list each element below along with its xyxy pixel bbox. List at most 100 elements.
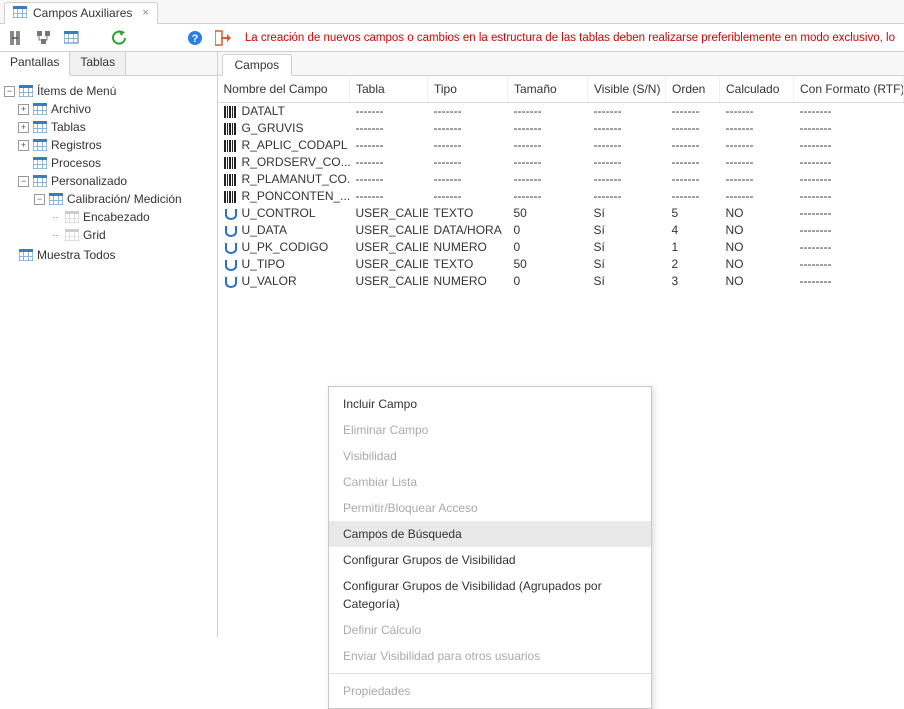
col-tipo[interactable]: Tipo — [428, 76, 508, 103]
cell-formato: -------- — [794, 222, 904, 239]
spacer: ·· — [50, 230, 61, 241]
collapse-icon[interactable]: − — [34, 194, 45, 205]
tree-item-calibracion-medicion[interactable]: − Calibración/ Medición — [4, 190, 213, 208]
table-row[interactable]: DATALT----------------------------------… — [218, 103, 904, 120]
expand-icon[interactable]: + — [18, 104, 29, 115]
menu-item: Visibilidad — [329, 443, 651, 469]
tree-item-encabezado[interactable]: ·· Encabezado — [4, 208, 213, 226]
cell-formato: -------- — [794, 273, 904, 290]
cell-calculado: NO — [720, 273, 794, 290]
tab-campos[interactable]: Campos — [222, 54, 293, 76]
context-menu[interactable]: Incluir CampoEliminar CampoVisibilidad Ca… — [328, 386, 652, 709]
right-pane-tabs: Campos — [218, 52, 904, 76]
cell-nombre: G_GRUVIS — [242, 121, 304, 135]
menu-item: Eliminar Campo — [329, 417, 651, 443]
tree-item-tablas[interactable]: + Tablas — [4, 118, 213, 136]
tree-item-procesos[interactable]: Procesos — [4, 154, 213, 172]
menu-item[interactable]: Configurar Grupos de Visibilidad (Agrupa… — [329, 573, 651, 617]
cell-tamano: ------- — [508, 154, 588, 171]
spacer — [18, 158, 29, 169]
system-field-icon — [224, 123, 238, 135]
expand-icon[interactable]: + — [18, 140, 29, 151]
toolbar-tree-button[interactable] — [34, 28, 54, 48]
grid-gray-icon — [65, 229, 79, 241]
cell-orden: 5 — [666, 205, 720, 222]
col-calculado[interactable]: Calculado — [720, 76, 794, 103]
toolbar-refresh-button[interactable] — [109, 28, 129, 48]
grid-icon — [33, 175, 47, 187]
tab-label: Tablas — [80, 55, 115, 69]
toolbar-help-button[interactable] — [185, 28, 205, 48]
table-row[interactable]: R_ORDSERV_CO...-------------------------… — [218, 154, 904, 171]
collapse-icon[interactable]: − — [18, 176, 29, 187]
grid-icon — [33, 157, 47, 169]
grid-icon — [13, 6, 27, 20]
cell-tabla: USER_CALIB — [350, 273, 428, 290]
tree-root-items-de-menu[interactable]: − Ítems de Menú — [4, 82, 213, 100]
system-field-icon — [224, 140, 238, 152]
fields-table[interactable]: Nombre del Campo Tabla Tipo Tamaño Visib… — [218, 76, 904, 290]
col-label: Tipo — [434, 82, 457, 96]
menu-item[interactable]: Configurar Grupos de Visibilidad — [329, 547, 651, 573]
menu-tree[interactable]: − Ítems de Menú + Archivo + Tablas + Reg… — [0, 76, 217, 637]
cell-orden: ------- — [666, 137, 720, 154]
cell-tamano: ------- — [508, 137, 588, 154]
cell-calculado: ------- — [720, 188, 794, 205]
tree-label: Encabezado — [83, 210, 150, 224]
tree-item-muestra-todos[interactable]: Muestra Todos — [4, 246, 213, 264]
menu-item[interactable]: Incluir Campo — [329, 391, 651, 417]
cell-calculado: ------- — [720, 171, 794, 188]
window-tab-campos-auxiliares[interactable]: Campos Auxiliares × — [4, 2, 158, 24]
cell-tamano: 50 — [508, 205, 588, 222]
table-row[interactable]: R_PONCONTEN_...-------------------------… — [218, 188, 904, 205]
close-icon[interactable]: × — [142, 7, 148, 19]
col-formato[interactable]: Con Formato (RTF) — [794, 76, 904, 103]
toolbar-link-columns-button[interactable] — [6, 28, 26, 48]
col-label: Calculado — [726, 82, 779, 96]
cell-formato: -------- — [794, 120, 904, 137]
tree-item-grid[interactable]: ·· Grid — [4, 226, 213, 244]
col-tabla[interactable]: Tabla — [350, 76, 428, 103]
table-row[interactable]: U_TIPOUSER_CALIBTEXTO50Sí2NO-------- — [218, 256, 904, 273]
cell-orden: 2 — [666, 256, 720, 273]
cell-nombre: U_TIPO — [242, 257, 285, 271]
cell-orden: ------- — [666, 103, 720, 120]
table-row[interactable]: R_PLAMANUT_CO...------------------------… — [218, 171, 904, 188]
grid-icon — [33, 139, 47, 151]
toolbar-exit-button[interactable] — [213, 28, 233, 48]
cell-formato: -------- — [794, 154, 904, 171]
table-row[interactable]: R_APLIC_CODAPL--------------------------… — [218, 137, 904, 154]
menu-item[interactable]: Campos de Búsqueda — [329, 521, 651, 547]
col-orden[interactable]: Orden — [666, 76, 720, 103]
tree-item-archivo[interactable]: + Archivo — [4, 100, 213, 118]
table-row[interactable]: U_DATAUSER_CALIBDATA/HORA0Sí4NO-------- — [218, 222, 904, 239]
tree-label: Calibración/ Medición — [67, 192, 182, 206]
cell-visible: ------- — [588, 103, 666, 120]
tree-label: Ítems de Menú — [37, 84, 116, 98]
table-row[interactable]: U_VALORUSER_CALIBNUMERO0Sí3NO-------- — [218, 273, 904, 290]
col-label: Nombre del Campo — [224, 82, 328, 96]
collapse-icon[interactable]: − — [4, 86, 15, 97]
cell-visible: Sí — [588, 273, 666, 290]
cell-formato: -------- — [794, 239, 904, 256]
cell-tabla: ------- — [350, 188, 428, 205]
cell-tamano: ------- — [508, 171, 588, 188]
table-row[interactable]: G_GRUVIS--------------------------------… — [218, 120, 904, 137]
col-visible[interactable]: Visible (S/N) — [588, 76, 666, 103]
toolbar-grid-button[interactable] — [62, 28, 82, 48]
col-nombre[interactable]: Nombre del Campo — [218, 76, 350, 103]
cell-tipo: ------- — [428, 171, 508, 188]
table-row[interactable]: U_CONTROLUSER_CALIBTEXTO50Sí5NO-------- — [218, 205, 904, 222]
cell-nombre: U_DATA — [242, 223, 288, 237]
col-tamano[interactable]: Tamaño — [508, 76, 588, 103]
col-label: Orden — [672, 82, 705, 96]
tab-pantallas[interactable]: Pantallas — [0, 52, 70, 76]
tree-item-personalizado[interactable]: − Personalizado — [4, 172, 213, 190]
table-row[interactable]: U_PK_CODIGOUSER_CALIBNUMERO0Sí1NO-------… — [218, 239, 904, 256]
cell-tipo: ------- — [428, 188, 508, 205]
col-label: Tamaño — [514, 82, 557, 96]
tree-item-registros[interactable]: + Registros — [4, 136, 213, 154]
cell-nombre: R_PLAMANUT_CO... — [242, 172, 350, 186]
tab-tablas[interactable]: Tablas — [70, 52, 126, 75]
expand-icon[interactable]: + — [18, 122, 29, 133]
